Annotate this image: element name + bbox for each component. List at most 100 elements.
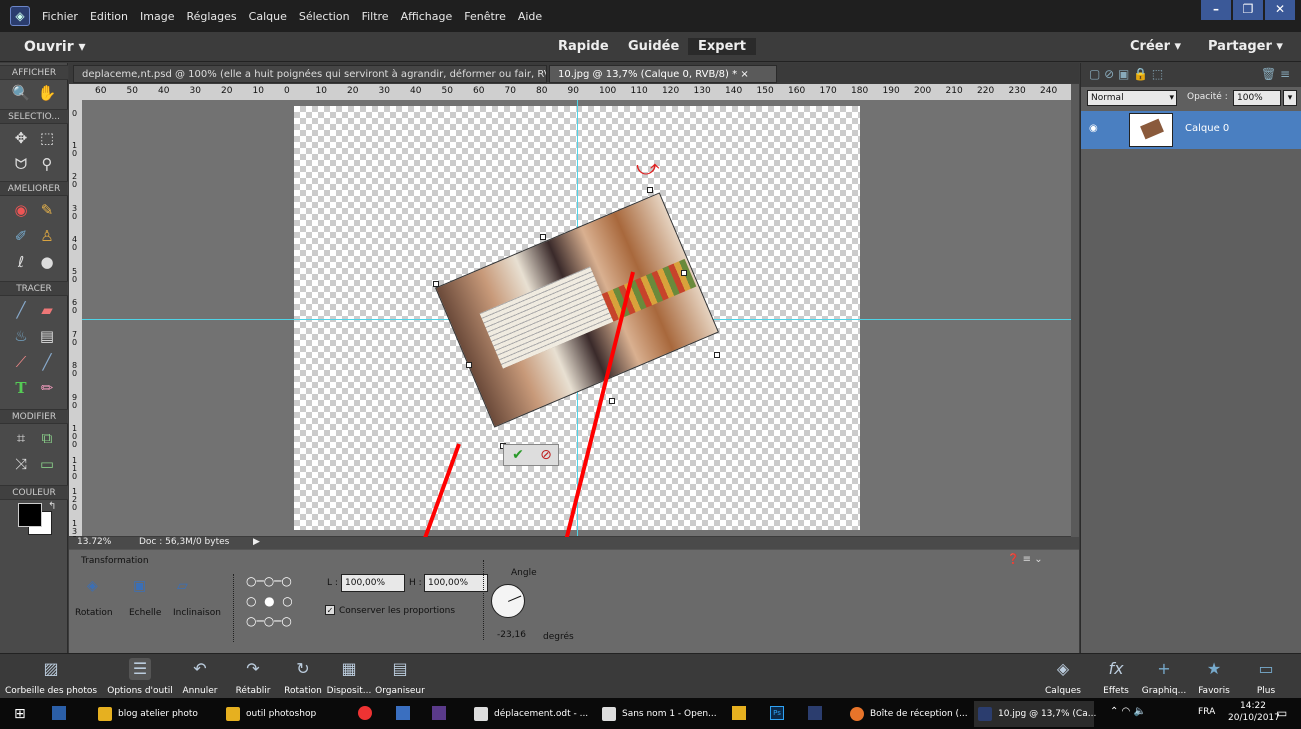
opacity-dropdown-icon[interactable]: ▾ (1283, 90, 1297, 106)
app-icon[interactable] (396, 706, 410, 720)
layers-panel: ▢ ⊘ ▣ 🔒 ⬚ 🗑 ≡ Normal ▾ Opacité : 100% ▾ … (1080, 63, 1301, 653)
task-label: outil photoshop (246, 709, 317, 719)
system-tray-icons[interactable]: ⌃ ◠ 🔈 (1110, 706, 1146, 717)
keep-proportions-label: Conserver les proportions (339, 606, 456, 616)
favorites-label: Favoris (1198, 686, 1230, 696)
media-player-icon[interactable] (52, 706, 66, 720)
photo-bin-label: Corbeille des photos (4, 686, 98, 696)
vertical-scrollbar[interactable] (1071, 84, 1079, 538)
clock-date[interactable]: 20/10/2017 (1228, 713, 1280, 723)
chrome-icon[interactable] (358, 706, 372, 720)
scale-icon[interactable]: ▣ (133, 578, 153, 594)
doc-size: Doc : 56,3M/0 bytes (139, 537, 230, 547)
elements-icon[interactable] (808, 706, 822, 720)
undo-label: Annuler (182, 686, 218, 696)
layers-icon: ◈ (1056, 659, 1070, 678)
layer-tool-icons[interactable]: ▢ ⊘ ▣ 🔒 ⬚ (1089, 67, 1163, 81)
photo-bin-button[interactable]: ▨ Corbeille des photos (2, 658, 100, 696)
clock-time[interactable]: 14:22 (1240, 701, 1266, 711)
zoom-level[interactable]: 13.72% (77, 537, 111, 547)
layer-thumbnail (1129, 113, 1173, 147)
status-arrow-icon[interactable]: ▶ (253, 537, 260, 547)
task-boite-de-reception[interactable]: Boîte de réception (... (846, 701, 968, 727)
favorites-button[interactable]: ★ Favoris (1194, 658, 1234, 696)
photoshop-icon[interactable]: Ps (770, 706, 784, 720)
layout-icon: ▦ (341, 659, 357, 678)
ref-point[interactable]: ○─○─○ (246, 614, 292, 628)
help-icon[interactable]: ❓ ≡ ⌄ (1007, 554, 1043, 565)
layer-row-calque-0[interactable]: ◉ Calque 0 (1081, 111, 1301, 149)
task-outil-photoshop[interactable]: outil photoshop (222, 701, 342, 727)
redo-button[interactable]: ↷ Rétablir (228, 658, 278, 696)
chevron-down-icon: ▾ (1169, 93, 1174, 103)
angle-value[interactable]: -23,16 (497, 630, 526, 640)
tool-options-icon: ☰ (129, 658, 151, 680)
rotate-label: Rotation (284, 686, 322, 696)
ref-point[interactable]: ○ ● ○ (246, 594, 293, 608)
opacity-label: Opacité : (1187, 92, 1228, 102)
task-label: blog atelier photo (118, 709, 198, 719)
task-label: déplacement.odt - ... (494, 709, 589, 719)
options-divider (483, 560, 484, 640)
rotation-label[interactable]: Rotation (75, 608, 113, 618)
scale-label[interactable]: Echelle (129, 608, 161, 618)
input-language[interactable]: FRA (1198, 707, 1215, 717)
reference-point-grid[interactable]: ○─○─○ ○ ● ○ ○─○─○ (233, 574, 303, 642)
rotate-icon: ↻ (296, 659, 310, 678)
layers-toolbar: ▢ ⊘ ▣ 🔒 ⬚ 🗑 ≡ (1081, 63, 1301, 87)
undo-icon: ↶ (193, 659, 207, 678)
layout-button[interactable]: ▦ Disposit... (326, 658, 372, 696)
effects-button[interactable]: fx Effets (1098, 658, 1134, 696)
task-label: Boîte de réception (... (870, 709, 968, 719)
keep-proportions-checkbox[interactable]: ✓ (325, 605, 335, 615)
more-icon: ▭ (1258, 659, 1274, 678)
graphics-label: Graphiq... (1141, 686, 1187, 696)
layers-label: Calques (1045, 686, 1081, 696)
undo-button[interactable]: ↶ Annuler (178, 658, 222, 696)
angle-dial[interactable] (491, 584, 525, 618)
notification-icon[interactable]: ▭ (1276, 706, 1287, 720)
fx-icon: fx (1108, 659, 1124, 678)
layers-panel-button[interactable]: ◈ Calques (1038, 658, 1088, 696)
task-10-jpg[interactable]: 10.jpg @ 13,7% (Ca... (974, 701, 1096, 727)
layout-label: Disposit... (326, 686, 372, 696)
more-button[interactable]: ▭ Plus (1246, 658, 1286, 696)
rotate-button[interactable]: ↻ Rotation (280, 658, 326, 696)
skew-label[interactable]: Inclinaison (173, 608, 221, 618)
eye-icon[interactable]: ◉ (1089, 123, 1098, 134)
bottom-panel-bar: ▨ Corbeille des photos ☰ Options d'outil… (0, 653, 1301, 698)
trash-icon[interactable]: 🗑 ≡ (1261, 67, 1290, 81)
opacity-field[interactable]: 100% (1233, 90, 1281, 106)
star-icon: ★ (1206, 659, 1222, 678)
task-blog-atelier-photo[interactable]: blog atelier photo (94, 701, 214, 727)
height-label: H : (409, 578, 422, 588)
redo-icon: ↷ (246, 659, 260, 678)
blend-mode-select[interactable]: Normal ▾ (1087, 90, 1177, 106)
effects-label: Effets (1103, 686, 1129, 696)
document-icon (602, 706, 616, 721)
organizer-icon: ▤ (392, 659, 408, 678)
windows-start-icon[interactable]: ⊞ (14, 706, 26, 722)
task-sans-nom-1[interactable]: Sans nom 1 - Open... (598, 701, 720, 727)
width-field[interactable]: 100,00% (341, 574, 405, 592)
skew-icon[interactable]: ▱ (177, 578, 197, 594)
angle-dial-needle (508, 595, 522, 602)
height-field[interactable]: 100,00% (424, 574, 488, 592)
redo-label: Rétablir (235, 686, 271, 696)
ref-point[interactable]: ○─○─○ (246, 574, 292, 588)
task-deplacement-odt[interactable]: déplacement.odt - ... (470, 701, 592, 727)
graphics-button[interactable]: + Graphiq... (1140, 658, 1188, 696)
firefox-icon (850, 706, 864, 721)
angle-label: Angle (511, 568, 537, 578)
file-explorer-icon[interactable] (732, 706, 746, 720)
layer-thumbnail-image (1140, 118, 1164, 140)
more-label: Plus (1256, 686, 1276, 696)
folder-icon (226, 706, 240, 721)
organizer-button[interactable]: ▤ Organiseur (372, 658, 428, 696)
status-bar: 13.72% Doc : 56,3M/0 bytes ▶ (69, 537, 1079, 549)
tool-options-button[interactable]: ☰ Options d'outil (104, 658, 176, 696)
rotation-icon[interactable]: ◈ (87, 578, 107, 594)
app-icon[interactable] (432, 706, 446, 720)
layer-name[interactable]: Calque 0 (1185, 123, 1229, 134)
tool-options-label: Options d'outil (107, 686, 173, 696)
